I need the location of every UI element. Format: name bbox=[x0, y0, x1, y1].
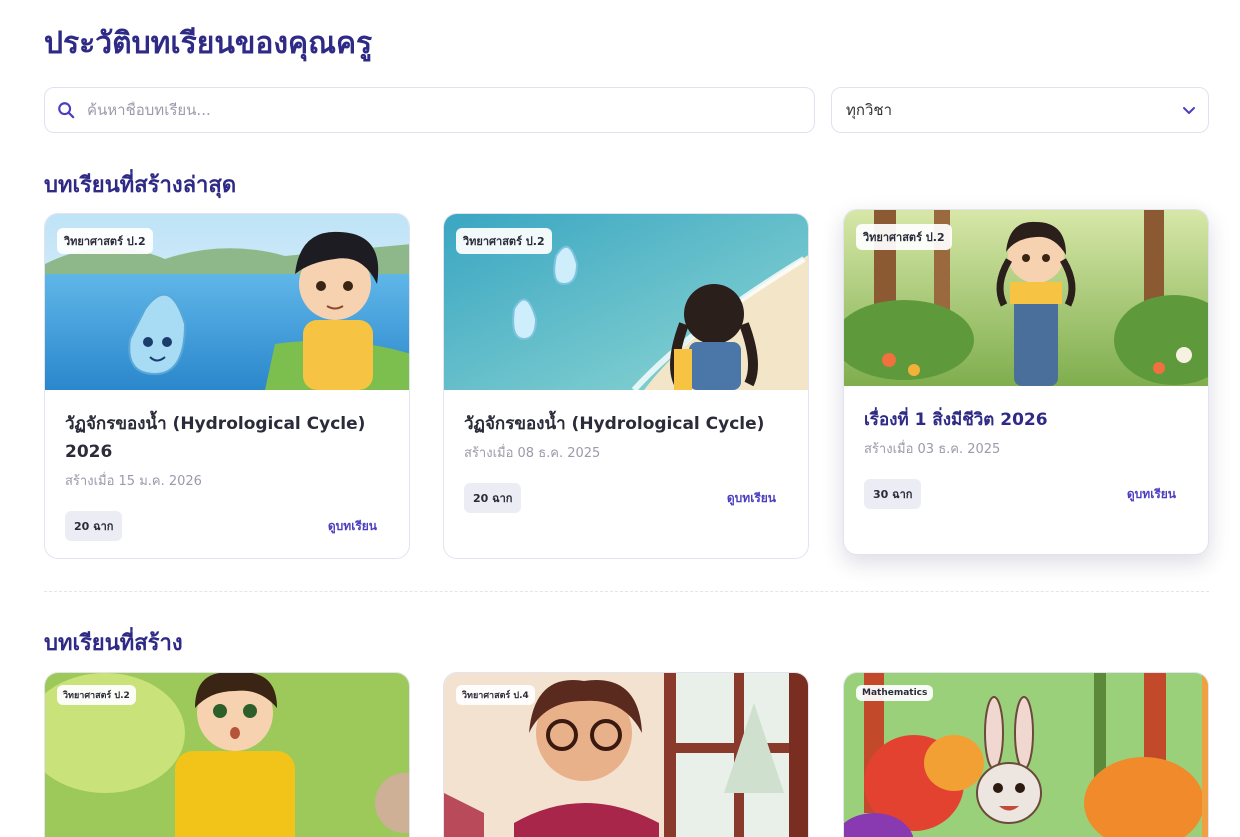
section-title-created: บทเรียนที่สร้าง bbox=[44, 631, 183, 656]
lesson-thumbnail: วิทยาศาสตร์ ป.2 bbox=[444, 214, 808, 390]
lesson-title: เรื่องที่ 1 สิ่งมีชีวิต 2026 bbox=[864, 410, 1048, 430]
subject-badge: วิทยาศาสตร์ ป.2 bbox=[57, 228, 153, 254]
subject-badge: วิทยาศาสตร์ ป.2 bbox=[57, 685, 136, 705]
lesson-date: สร้างเมื่อ 15 ม.ค. 2026 bbox=[65, 474, 202, 489]
lesson-card[interactable]: Mathematics bbox=[843, 672, 1209, 837]
chevron-down-icon bbox=[1183, 107, 1195, 114]
subject-badge: วิทยาศาสตร์ ป.4 bbox=[456, 685, 535, 705]
lesson-card[interactable]: วิทยาศาสตร์ ป.2 เรื่องที่ 1 สิ่งมีชีวิต … bbox=[843, 209, 1209, 555]
subject-badge: Mathematics bbox=[856, 685, 934, 701]
lesson-thumbnail: Mathematics bbox=[844, 673, 1208, 837]
scene-count-badge: 20 ฉาก bbox=[65, 511, 123, 541]
search-bar[interactable] bbox=[44, 87, 815, 133]
section-title-latest: บทเรียนที่สร้างล่าสุด bbox=[44, 173, 237, 198]
view-lesson-link[interactable]: ดูบทเรียน bbox=[1127, 485, 1176, 504]
lesson-thumbnail: วิทยาศาสตร์ ป.2 bbox=[45, 673, 409, 837]
lesson-thumbnail: วิทยาศาสตร์ ป.4 bbox=[444, 673, 808, 837]
lesson-card[interactable]: วิทยาศาสตร์ ป.2 bbox=[44, 672, 410, 837]
lesson-card[interactable]: วิทยาศาสตร์ ป.2 วัฏจักรของน้ำ (Hydrologi… bbox=[443, 213, 809, 559]
view-lesson-link[interactable]: ดูบทเรียน bbox=[328, 517, 377, 536]
lesson-card[interactable]: วิทยาศาสตร์ ป.2 วัฏจักรของน้ำ (Hydrologi… bbox=[44, 213, 410, 559]
page-title: ประวัติบทเรียนของคุณครู bbox=[44, 26, 373, 61]
scene-count-badge: 20 ฉาก bbox=[464, 483, 522, 513]
subject-filter-select[interactable]: ทุกวิชา bbox=[831, 87, 1209, 133]
lesson-thumbnail: วิทยาศาสตร์ ป.2 bbox=[844, 210, 1208, 386]
lesson-title: วัฏจักรของน้ำ (Hydrological Cycle) bbox=[464, 414, 765, 434]
lesson-card[interactable]: วิทยาศาสตร์ ป.4 bbox=[443, 672, 809, 837]
subject-badge: วิทยาศาสตร์ ป.2 bbox=[856, 224, 952, 250]
lesson-date: สร้างเมื่อ 08 ธ.ค. 2025 bbox=[464, 446, 601, 461]
subject-filter-value: ทุกวิชา bbox=[846, 101, 892, 119]
view-lesson-link[interactable]: ดูบทเรียน bbox=[727, 489, 776, 508]
search-input[interactable] bbox=[87, 101, 727, 119]
subject-badge: วิทยาศาสตร์ ป.2 bbox=[456, 228, 552, 254]
search-icon bbox=[58, 102, 75, 119]
lesson-date: สร้างเมื่อ 03 ธ.ค. 2025 bbox=[864, 442, 1001, 457]
lesson-title: วัฏจักรของน้ำ (Hydrological Cycle) 2026 bbox=[65, 414, 366, 462]
lesson-thumbnail: วิทยาศาสตร์ ป.2 bbox=[45, 214, 409, 390]
page: ประวัติบทเรียนของคุณครู ทุกวิชา บทเรียนท… bbox=[0, 0, 1240, 837]
section-divider bbox=[44, 591, 1209, 592]
scene-count-badge: 30 ฉาก bbox=[864, 479, 922, 509]
